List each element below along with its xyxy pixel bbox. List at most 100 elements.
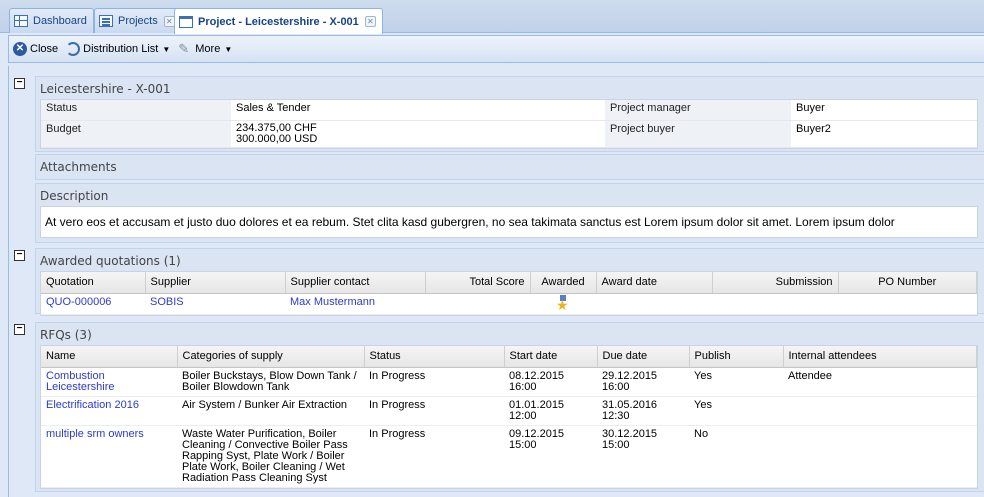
tab-dashboard[interactable]: Dashboard	[9, 8, 94, 33]
close-circle-icon: ✕	[13, 42, 27, 56]
due-date-cell: 30.12.2015 15:00	[597, 425, 689, 488]
budget-usd: 300.000,00 USD	[236, 132, 318, 145]
col-supplier[interactable]: Supplier	[145, 272, 286, 294]
col-total-score[interactable]: Total Score	[425, 272, 531, 294]
chevron-down-icon: ▼	[224, 44, 233, 54]
categories-cell: Air System / Bunker Air Extraction	[177, 396, 364, 426]
wrench-icon: ✎	[178, 41, 190, 56]
project-buyer-label: Project buyer	[605, 120, 791, 148]
rfq-name-link[interactable]: Combustion Leicestershire	[46, 370, 114, 393]
description-text: At vero eos et accusam et justo duo dolo…	[40, 206, 978, 238]
col-po-number[interactable]: PO Number	[838, 272, 977, 294]
award-date-cell	[596, 293, 712, 315]
chevron-down-icon: ▼	[162, 44, 171, 54]
project-manager-label: Project manager	[605, 100, 791, 121]
tab-project-detail[interactable]: Project - Leicestershire - X-001 ✕	[174, 8, 383, 34]
toolbar: ✕ Close Distribution List ▼ ✎ More ▼	[8, 35, 984, 63]
publish-cell: Yes	[689, 396, 783, 426]
publish-cell: Yes	[689, 367, 783, 397]
supplier-link[interactable]: SOBIS	[150, 296, 184, 308]
rfq-name-link[interactable]: Electrification 2016	[46, 399, 139, 411]
rfqs-title: RFQs (3)	[40, 328, 92, 342]
project-manager-value: Buyer	[791, 100, 977, 121]
close-button[interactable]: ✕ Close	[13, 42, 58, 56]
distribution-list-label: Distribution List	[83, 43, 159, 55]
distribution-list-button[interactable]: Distribution List ▼	[66, 42, 170, 56]
project-detail-body: − Leicestershire - X-001 Status Sales & …	[8, 66, 984, 497]
attachments-title: Attachments	[40, 160, 117, 174]
col-name[interactable]: Name	[41, 346, 178, 368]
table-row[interactable]: Combustion Leicestershire Boiler Bucksta…	[41, 367, 977, 397]
quotation-link[interactable]: QUO-000006	[46, 296, 111, 308]
col-awarded[interactable]: Awarded	[530, 272, 597, 294]
col-quotation[interactable]: Quotation	[41, 272, 146, 294]
due-date-cell: 29.12.2015 16:00	[597, 367, 689, 397]
status-cell: In Progress	[364, 425, 504, 488]
window-icon	[179, 15, 193, 28]
awarded-panel: Awarded quotations (1) Quotation Supplie…	[35, 248, 984, 316]
col-start-date[interactable]: Start date	[504, 346, 598, 368]
publish-cell: No	[689, 425, 783, 488]
budget-chf: 234.375,00 CHF	[236, 121, 317, 134]
col-supplier-contact[interactable]: Supplier contact	[285, 272, 426, 294]
due-date-cell: 31.05.2016 12:30	[597, 396, 689, 426]
description-title: Description	[40, 189, 109, 203]
more-button[interactable]: ✎ More ▼	[178, 42, 232, 56]
project-buyer-value: Buyer2	[791, 120, 977, 148]
status-value: Sales & Tender	[231, 100, 605, 121]
status-label: Status	[41, 100, 231, 121]
col-internal-attendees[interactable]: Internal attendees	[783, 346, 977, 368]
start-date-cell: 01.01.2015 12:00	[504, 396, 597, 426]
collapse-awarded-icon[interactable]: −	[14, 250, 25, 261]
col-status[interactable]: Status	[364, 346, 505, 368]
table-row[interactable]: Electrification 2016 Air System / Bunker…	[41, 396, 977, 426]
budget-label: Budget	[41, 120, 231, 148]
tab-bar: Dashboard Projects ✕ Project - Leicester…	[0, 0, 984, 34]
rfqs-table: Name Categories of supply Status Start d…	[41, 346, 977, 488]
project-info-panel: Leicestershire - X-001 Status Sales & Te…	[35, 76, 984, 152]
project-info-table: Status Sales & Tender Project manager Bu…	[41, 100, 977, 148]
awarded-title: Awarded quotations (1)	[40, 254, 181, 268]
start-date-cell: 09.12.2015 15:00	[504, 425, 597, 488]
table-row[interactable]: QUO-000006 SOBIS Max Mustermann	[41, 293, 977, 315]
start-date-cell: 08.12.2015 16:00	[504, 367, 597, 397]
total-score-cell	[425, 293, 530, 315]
award-medal-icon	[556, 294, 570, 312]
close-button-label: Close	[30, 43, 59, 55]
more-label: More	[195, 43, 221, 55]
col-due-date[interactable]: Due date	[597, 346, 690, 368]
collapse-project-icon[interactable]: −	[14, 78, 25, 89]
budget-value: 234.375,00 CHF 300.000,00 USD	[231, 120, 605, 148]
col-award-date[interactable]: Award date	[596, 272, 713, 294]
project-title: Leicestershire - X-001	[40, 82, 171, 96]
table-header: Name Categories of supply Status Start d…	[41, 346, 977, 368]
awarded-table: Quotation Supplier Supplier contact Tota…	[41, 272, 977, 315]
attachments-panel: Attachments	[35, 154, 984, 180]
tab-label: Projects	[118, 15, 158, 27]
attendees-cell	[783, 425, 977, 488]
categories-cell: Boiler Buckstays, Blow Down Tank / Boile…	[177, 367, 364, 397]
po-number-cell	[838, 293, 977, 315]
close-icon[interactable]: ✕	[364, 16, 376, 27]
rfqs-panel: RFQs (3) Name Categories of supply Statu…	[35, 322, 984, 492]
collapse-rfqs-icon[interactable]: −	[14, 324, 25, 335]
supplier-contact-link[interactable]: Max Mustermann	[290, 296, 375, 308]
categories-cell: Waste Water Purification, Boiler Cleanin…	[177, 425, 364, 488]
refresh-cycle-icon	[66, 42, 81, 56]
status-cell: In Progress	[364, 396, 504, 426]
col-submission[interactable]: Submission	[712, 272, 839, 294]
col-publish[interactable]: Publish	[689, 346, 784, 368]
attendees-cell	[783, 396, 977, 426]
status-cell: In Progress	[364, 367, 504, 397]
projects-icon	[99, 15, 113, 27]
tab-label: Project - Leicestershire - X-001	[198, 15, 359, 28]
attendees-cell: Attendee	[783, 367, 977, 397]
table-header: Quotation Supplier Supplier contact Tota…	[41, 272, 977, 294]
rfq-name-link[interactable]: multiple srm owners	[46, 428, 144, 440]
table-row[interactable]: multiple srm owners Waste Water Purifica…	[41, 425, 977, 488]
grid-icon	[14, 15, 28, 27]
col-categories[interactable]: Categories of supply	[177, 346, 365, 368]
submission-cell	[712, 293, 838, 315]
description-panel: Description At vero eos et accusam et ju…	[35, 183, 984, 243]
tab-projects[interactable]: Projects ✕	[94, 8, 182, 33]
